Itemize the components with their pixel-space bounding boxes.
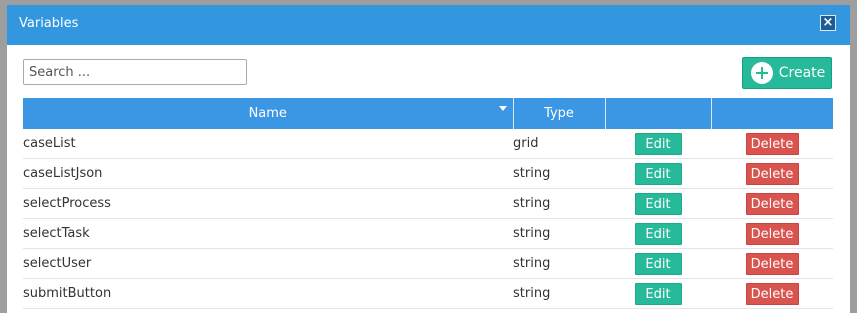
variable-name: caseListJson — [23, 158, 513, 189]
column-header-type[interactable]: Type — [512, 98, 605, 129]
variable-type: string — [513, 248, 605, 279]
variable-name: selectProcess — [23, 188, 513, 219]
close-icon[interactable]: × — [820, 15, 836, 31]
edit-button[interactable]: Edit — [634, 222, 682, 245]
column-header-edit — [604, 98, 711, 129]
variable-type: grid — [513, 129, 605, 159]
delete-button[interactable]: Delete — [745, 192, 799, 215]
delete-cell: Delete — [711, 278, 833, 309]
delete-button[interactable]: Delete — [745, 162, 799, 185]
variable-name: caseList — [23, 129, 513, 159]
delete-cell: Delete — [711, 218, 833, 249]
edit-cell: Edit — [605, 158, 711, 189]
table-row: selectUser string Edit Delete — [23, 248, 833, 279]
variable-name: selectTask — [23, 218, 513, 249]
variables-table: Name Type caseList grid Edit Delete case… — [23, 98, 833, 309]
delete-button[interactable]: Delete — [745, 132, 799, 155]
delete-button[interactable]: Delete — [745, 282, 799, 305]
table-header-row: Name Type — [23, 98, 833, 129]
delete-cell: Delete — [711, 248, 833, 279]
edit-cell: Edit — [605, 188, 711, 219]
variables-dialog: Variables × Create Name Type — [7, 5, 850, 313]
variable-type: string — [513, 188, 605, 219]
column-header-delete — [710, 98, 833, 129]
edit-cell: Edit — [605, 129, 711, 159]
column-header-name-label: Name — [248, 106, 287, 121]
sort-desc-icon[interactable] — [498, 106, 507, 111]
table-row: selectProcess string Edit Delete — [23, 188, 833, 219]
edit-button[interactable]: Edit — [634, 282, 682, 305]
table-row: selectTask string Edit Delete — [23, 218, 833, 249]
search-input[interactable] — [23, 59, 247, 85]
plus-circle-icon — [750, 62, 773, 84]
edit-button[interactable]: Edit — [634, 162, 682, 185]
column-header-name[interactable]: Name — [23, 98, 513, 129]
variable-type: string — [513, 218, 605, 249]
delete-cell: Delete — [711, 129, 833, 159]
variable-type: string — [513, 278, 605, 309]
delete-button[interactable]: Delete — [745, 252, 799, 275]
variable-name: submitButton — [23, 278, 513, 309]
table-row: caseList grid Edit Delete — [23, 129, 833, 159]
edit-cell: Edit — [605, 278, 711, 309]
delete-button[interactable]: Delete — [745, 222, 799, 245]
dialog-title: Variables — [19, 16, 79, 31]
table-row: submitButton string Edit Delete — [23, 278, 833, 309]
create-button[interactable]: Create — [742, 57, 832, 89]
edit-button[interactable]: Edit — [634, 252, 682, 275]
variable-name: selectUser — [23, 248, 513, 279]
table-row: caseListJson string Edit Delete — [23, 158, 833, 189]
edit-cell: Edit — [605, 248, 711, 279]
delete-cell: Delete — [711, 188, 833, 219]
edit-cell: Edit — [605, 218, 711, 249]
dialog-titlebar: Variables × — [7, 5, 850, 45]
delete-cell: Delete — [711, 158, 833, 189]
edit-button[interactable]: Edit — [634, 192, 682, 215]
edit-button[interactable]: Edit — [634, 132, 682, 155]
variable-type: string — [513, 158, 605, 189]
create-button-label: Create — [778, 65, 826, 81]
